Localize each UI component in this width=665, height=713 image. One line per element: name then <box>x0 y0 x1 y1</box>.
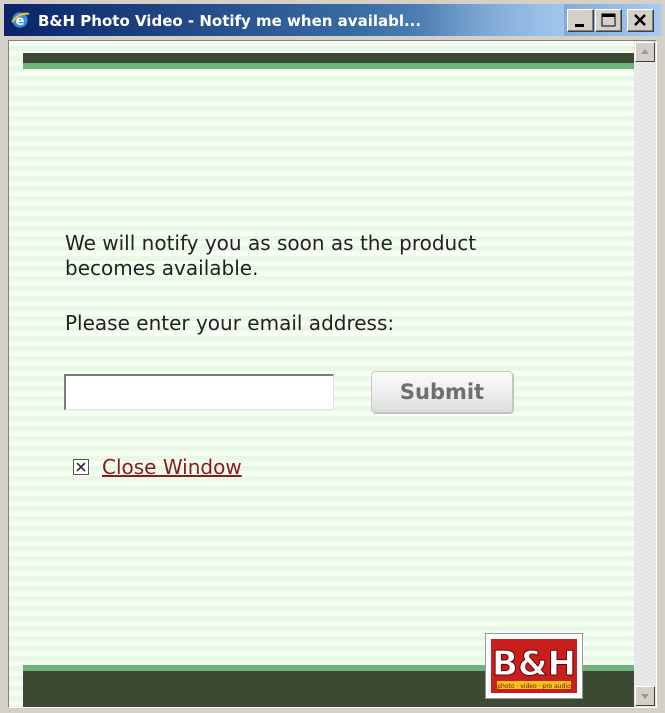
vertical-scrollbar[interactable] <box>634 41 656 707</box>
title-bar[interactable]: e B&H Photo Video - Notify me when avail… <box>4 4 661 36</box>
boxed-x-icon[interactable] <box>73 459 90 476</box>
close-button[interactable] <box>627 9 654 32</box>
scroll-down-button[interactable] <box>635 686 655 706</box>
notify-message-line2: becomes available. <box>65 256 259 280</box>
svg-text:B&H: B&H <box>492 644 576 684</box>
header-band-green <box>23 63 634 69</box>
notify-message: We will notify you as soon as the produc… <box>65 231 585 281</box>
scroll-up-button[interactable] <box>635 42 655 62</box>
notify-message-line1: We will notify you as soon as the produc… <box>65 231 477 255</box>
popup-window: e B&H Photo Video - Notify me when avail… <box>0 0 665 713</box>
header-band-dark <box>23 53 634 63</box>
close-window-link[interactable]: Close Window <box>102 455 242 479</box>
submit-button[interactable]: Submit <box>371 371 513 413</box>
email-input[interactable] <box>64 374 334 410</box>
bh-logo-mark: B&H photo · video · pro audio <box>491 639 577 693</box>
email-prompt: Please enter your email address: <box>65 311 395 335</box>
page-viewport: We will notify you as soon as the produc… <box>8 40 657 708</box>
minimize-button[interactable] <box>567 9 594 32</box>
maximize-button[interactable] <box>595 9 622 32</box>
title-fade <box>424 4 564 36</box>
page-content: We will notify you as soon as the produc… <box>9 41 634 707</box>
svg-text:photo · video · pro audio: photo · video · pro audio <box>497 683 571 690</box>
bh-logo: B&H photo · video · pro audio <box>485 633 583 699</box>
internet-explorer-icon: e <box>10 10 30 30</box>
